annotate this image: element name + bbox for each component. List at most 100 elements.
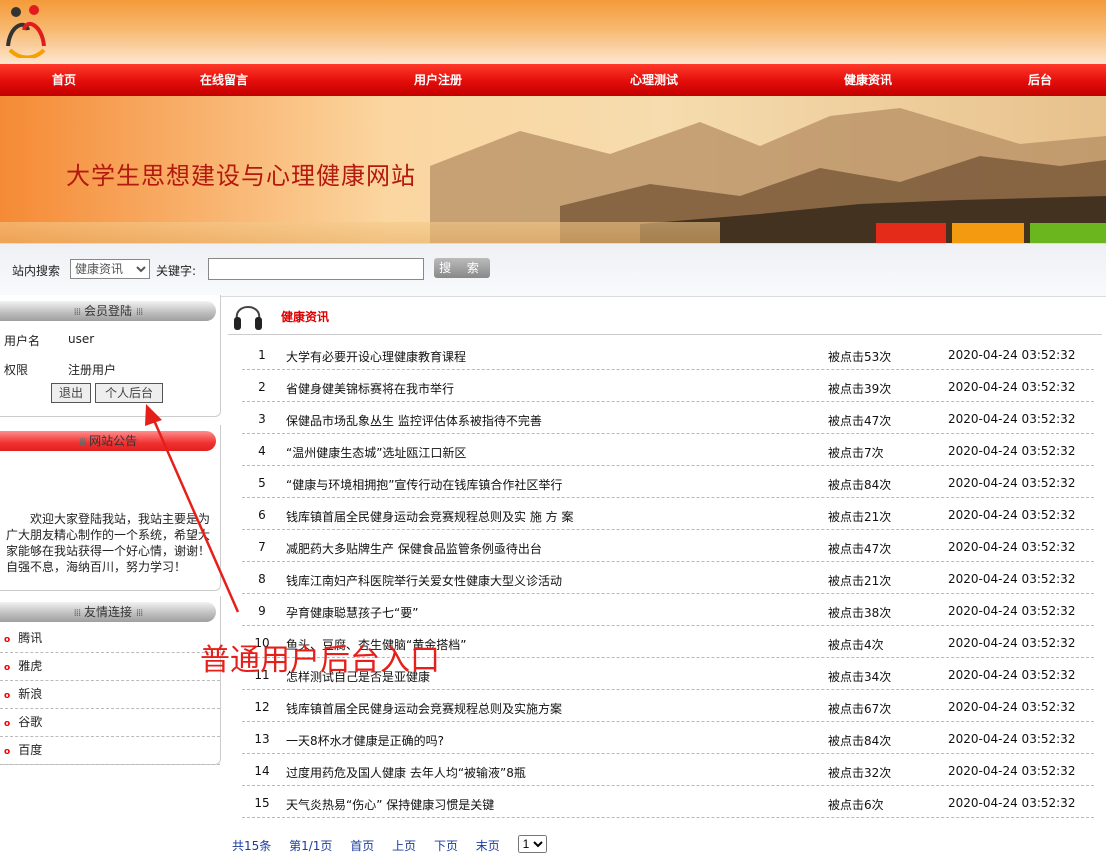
link-baidu[interactable]: o 百度 [0, 737, 220, 765]
nav-message[interactable]: 在线留言 [128, 64, 320, 96]
article-number: 2 [258, 380, 266, 394]
role-value: 注册用户 [68, 363, 117, 377]
article-title-link[interactable]: 省健身健美锦标赛将在我市举行 [286, 380, 454, 397]
article-date: 2020-04-24 03:52:32 [948, 700, 1076, 714]
search-bar: 站内搜索 健康资讯 关键字: 搜 索 [0, 243, 1106, 297]
nav-health-news[interactable]: 健康资讯 [752, 64, 984, 96]
article-title-link[interactable]: 钱库镇首届全民健身运动会竞赛规程总则及实 施 方 案 [286, 508, 573, 525]
role-label: 权限 [4, 363, 29, 377]
bullet-icon: o [4, 747, 11, 757]
pager-page: 第1/1页 [289, 839, 333, 853]
article-row: 5 “健康与环境相拥抱”宣传行动在钱库镇合作社区举行 被点击84次 2020-04-2… [242, 466, 1094, 498]
links-box: ⁞⁞⁞ 友情连接 ⁞⁞⁞ o 腾讯 o 雅虎 o 新浪 o 谷歌 o 百度 [0, 596, 221, 765]
article-clicks: 被点击21次 [828, 510, 892, 524]
main-nav: 首页 在线留言 用户注册 心理测试 健康资讯 后台 [0, 64, 1106, 96]
notice-box-header: ⁞⁞⁞ 网站公告 [0, 431, 216, 451]
article-title-link[interactable]: 大学有必要开设心理健康教育课程 [286, 348, 466, 365]
article-row: 14 过度用药危及国人健康 去年人均“被输液”8瓶 被点击32次 2020-04-24… [242, 754, 1094, 786]
article-row: 12 钱库镇首届全民健身运动会竞赛规程总则及实施方案 被点击67次 2020-04-2… [242, 690, 1094, 722]
article-title-link[interactable]: 孕育健康聪慧孩子七“要” [286, 604, 418, 621]
article-date: 2020-04-24 03:52:32 [948, 444, 1076, 458]
article-date: 2020-04-24 03:52:32 [948, 668, 1076, 682]
search-button[interactable]: 搜 索 [434, 258, 490, 278]
article-row: 15 天气炎热易“伤心” 保持健康习惯是关键 被点击6次 2020-04-24 03:… [242, 786, 1094, 818]
article-row: 2 省健身健美锦标赛将在我市举行 被点击39次 2020-04-24 03:52:32 [242, 370, 1094, 402]
search-category-select[interactable]: 健康资讯 [70, 259, 150, 279]
dots-icon: ⁞⁞⁞ [78, 437, 86, 448]
article-number: 6 [258, 508, 266, 522]
bullet-icon: o [4, 635, 11, 645]
article-title-link[interactable]: “健康与环境相拥抱”宣传行动在钱库镇合作社区举行 [286, 476, 562, 493]
pagination: 共15条 第1/1页 首页 上页 下页 末页 1 [232, 835, 547, 855]
article-clicks: 被点击47次 [828, 414, 892, 428]
site-search-label: 站内搜索 [12, 264, 61, 278]
article-list: 1 大学有必要开设心理健康教育课程 被点击53次 2020-04-24 03:52:3… [242, 338, 1094, 818]
article-row: 7 减肥药大多贴牌生产 保健食品监管条例亟待出台 被点击47次 2020-04-24 … [242, 530, 1094, 562]
bullet-icon: o [4, 691, 11, 701]
article-title-link[interactable]: 减肥药大多贴牌生产 保健食品监管条例亟待出台 [286, 540, 542, 557]
link-label: 腾讯 [18, 631, 43, 645]
article-date: 2020-04-24 03:52:32 [948, 604, 1076, 618]
nav-home[interactable]: 首页 [0, 64, 128, 96]
pager-total: 共15条 [232, 839, 272, 853]
link-sina[interactable]: o 新浪 [0, 681, 220, 709]
notice-box-title: 网站公告 [89, 434, 138, 448]
bullet-icon: o [4, 719, 11, 729]
nav-register[interactable]: 用户注册 [320, 64, 556, 96]
personal-admin-button[interactable]: 个人后台 [95, 383, 163, 403]
article-title-link[interactable]: 钱库江南妇产科医院举行关爱女性健康大型义诊活动 [286, 572, 562, 589]
nav-admin[interactable]: 后台 [984, 64, 1096, 96]
nav-psych-test[interactable]: 心理测试 [556, 64, 752, 96]
dots-icon: ⁞⁞⁞ [135, 608, 143, 619]
pager-prev[interactable]: 上页 [392, 839, 416, 853]
article-date: 2020-04-24 03:52:32 [948, 796, 1076, 810]
site-title: 大学生思想建设与心理健康网站 [66, 162, 416, 190]
article-date: 2020-04-24 03:52:32 [948, 508, 1076, 522]
article-clicks: 被点击84次 [828, 734, 892, 748]
article-title-link[interactable]: “温州健康生态城”选址瓯江口新区 [286, 444, 466, 461]
article-clicks: 被点击4次 [828, 638, 884, 652]
link-tencent[interactable]: o 腾讯 [0, 625, 220, 653]
article-clicks: 被点击7次 [828, 446, 884, 460]
article-row: 6 钱库镇首届全民健身运动会竞赛规程总则及实 施 方 案 被点击21次 2020-04… [242, 498, 1094, 530]
article-title-link[interactable]: 一天8杯水才健康是正确的吗? [286, 732, 444, 749]
keyword-input[interactable] [208, 258, 424, 280]
pager-first[interactable]: 首页 [350, 839, 374, 853]
annotation-label: 普通用户后台入口 [200, 643, 440, 678]
article-row: 4 “温州健康生态城”选址瓯江口新区 被点击7次 2020-04-24 03:52:3… [242, 434, 1094, 466]
login-box-header: ⁞⁞⁞ 会员登陆 ⁞⁞⁞ [0, 301, 216, 321]
article-title-link[interactable]: 过度用药危及国人健康 去年人均“被输液”8瓶 [286, 764, 526, 781]
link-google[interactable]: o 谷歌 [0, 709, 220, 737]
login-box-title: 会员登陆 [83, 304, 132, 318]
link-label: 谷歌 [18, 715, 43, 729]
article-clicks: 被点击84次 [828, 478, 892, 492]
article-title-link[interactable]: 钱库镇首届全民健身运动会竞赛规程总则及实施方案 [286, 700, 562, 717]
banner: 大学生思想建设与心理健康网站 [0, 96, 1106, 243]
article-clicks: 被点击21次 [828, 574, 892, 588]
article-clicks: 被点击6次 [828, 798, 884, 812]
pager-next[interactable]: 下页 [434, 839, 458, 853]
page-select[interactable]: 1 [517, 835, 547, 853]
link-label: 雅虎 [18, 659, 43, 673]
article-date: 2020-04-24 03:52:32 [948, 380, 1076, 394]
article-clicks: 被点击38次 [828, 606, 892, 620]
article-number: 15 [254, 796, 270, 810]
article-title-link[interactable]: 天气炎热易“伤心” 保持健康习惯是关键 [286, 796, 494, 813]
article-clicks: 被点击34次 [828, 670, 892, 684]
category-title: 健康资讯 [281, 310, 330, 324]
dots-icon: ⁞⁞⁞ [73, 608, 81, 619]
pager-last[interactable]: 末页 [476, 839, 500, 853]
article-row: 8 钱库江南妇产科医院举行关爱女性健康大型义诊活动 被点击21次 2020-04-24… [242, 562, 1094, 594]
link-yahoo[interactable]: o 雅虎 [0, 653, 220, 681]
notice-text: 欢迎大家登陆我站，我站主要是为广大朋友精心制作的一个系统，希望大家能够在我站获得… [6, 512, 211, 574]
keyword-label: 关键字: [156, 264, 197, 278]
logout-button[interactable]: 退出 [51, 383, 91, 403]
header-band [0, 0, 1106, 64]
notice-box: ⁞⁞⁞ 网站公告 欢迎大家登陆我站，我站主要是为广大朋友精心制作的一个系统，希望… [0, 425, 221, 591]
article-row: 1 大学有必要开设心理健康教育课程 被点击53次 2020-04-24 03:52:3… [242, 338, 1094, 370]
username-value: user [68, 332, 95, 346]
article-number: 3 [258, 412, 266, 426]
article-clicks: 被点击39次 [828, 382, 892, 396]
article-clicks: 被点击53次 [828, 350, 892, 364]
article-title-link[interactable]: 保健品市场乱象丛生 监控评估体系被指待不完善 [286, 412, 542, 429]
